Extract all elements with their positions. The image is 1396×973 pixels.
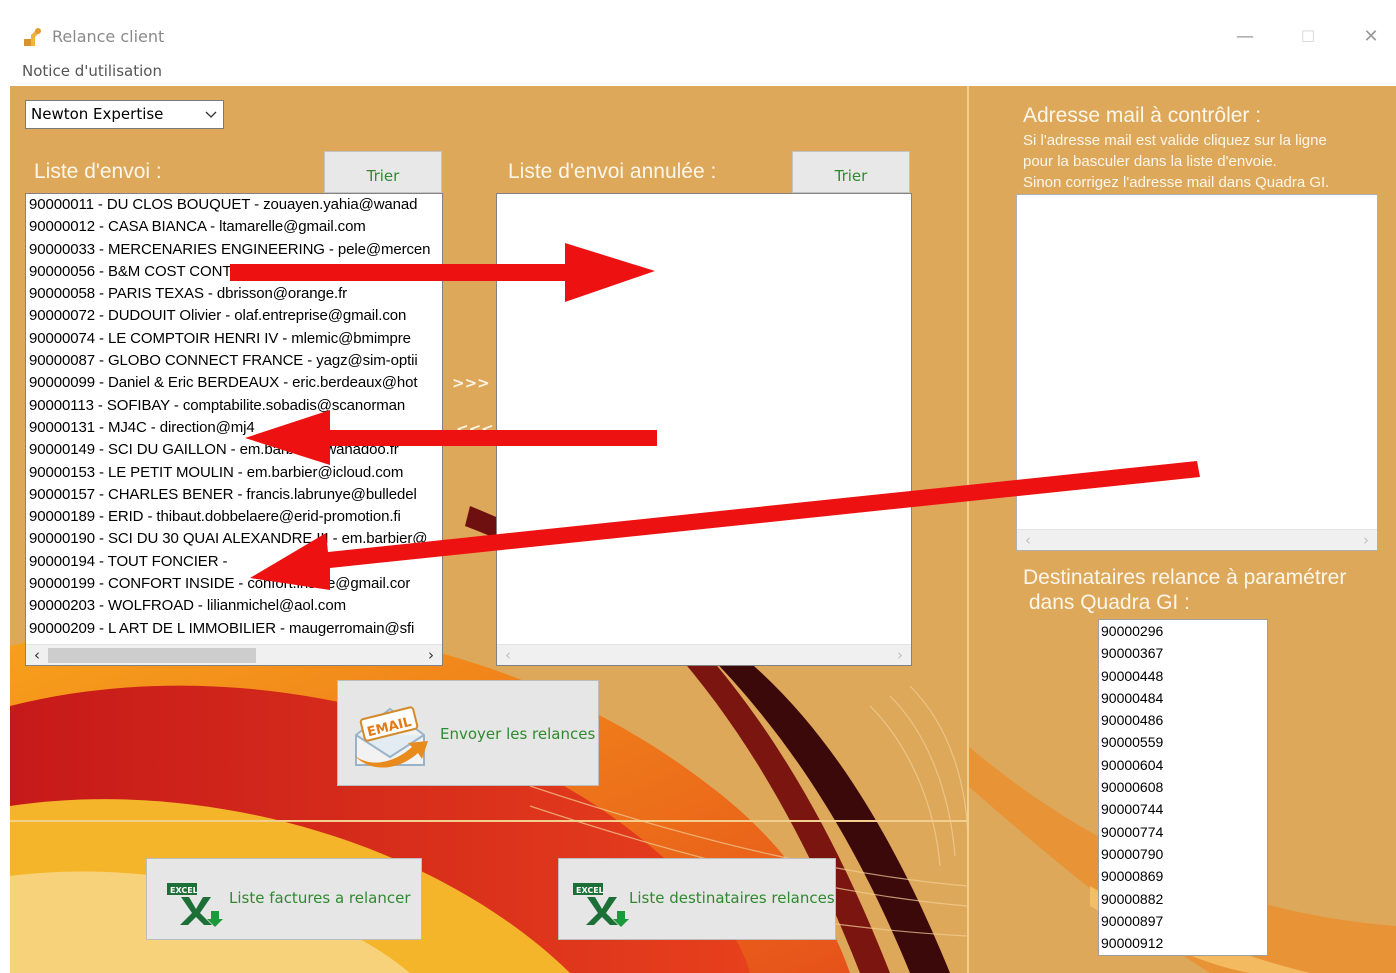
move-forward-button[interactable]: >>> bbox=[452, 374, 490, 392]
list-item[interactable]: 90000882 bbox=[1099, 888, 1267, 910]
list-item[interactable]: 90000912 bbox=[1099, 932, 1267, 954]
window-title: Relance client bbox=[52, 27, 165, 46]
send-list[interactable]: 90000011 - DU CLOS BOUQUET - zouayen.yah… bbox=[25, 193, 443, 666]
list-item[interactable]: 90000058 - PARIS TEXAS - dbrisson@orange… bbox=[26, 283, 442, 305]
list-item[interactable]: 90000209 - L ART DE L IMMOBILIER - mauge… bbox=[26, 618, 442, 640]
email-icon: EMAIL bbox=[354, 706, 428, 768]
list-item[interactable]: 90000869 bbox=[1099, 865, 1267, 887]
invoices-list-button[interactable]: EXCEL Liste factures a relancer bbox=[146, 858, 422, 940]
scroll-left-icon[interactable]: ‹ bbox=[28, 646, 46, 664]
list-item[interactable]: 90000448 bbox=[1099, 665, 1267, 687]
horizontal-divider bbox=[10, 820, 967, 822]
list-item[interactable]: 90000157 - CHARLES BENER - francis.labru… bbox=[26, 484, 442, 506]
list-item[interactable]: 90000011 - DU CLOS BOUQUET - zouayen.yah… bbox=[26, 194, 442, 216]
cancel-list-scrollbar[interactable]: ‹ › bbox=[497, 644, 911, 665]
check-list-scrollbar[interactable]: ‹ › bbox=[1017, 529, 1377, 550]
list-item[interactable]: 90000790 bbox=[1099, 843, 1267, 865]
list-item[interactable]: 90000296 bbox=[1099, 620, 1267, 642]
company-select[interactable]: Newton Expertise bbox=[25, 100, 224, 129]
list-item[interactable]: 90000056 - B&M COST CONTROLLERS - bbox=[26, 261, 442, 283]
list-item[interactable]: 90000190 - SCI DU 30 QUAI ALEXANDRE III … bbox=[26, 528, 442, 550]
sort-cancel-list-button[interactable]: Trier bbox=[792, 151, 910, 193]
check-panel-line3: Sinon corrigez l'adresse mail dans Quadr… bbox=[1023, 174, 1330, 191]
list-item[interactable]: 90000074 - LE COMPTOIR HENRI IV - mlemic… bbox=[26, 328, 442, 350]
list-item[interactable]: 90000897 bbox=[1099, 910, 1267, 932]
scroll-thumb[interactable] bbox=[48, 648, 256, 663]
list-item[interactable]: 90000012 - CASA BIANCA - ltamarelle@gmai… bbox=[26, 216, 442, 238]
list-item[interactable]: 90000199 - CONFORT INSIDE - confort.insi… bbox=[26, 573, 442, 595]
move-back-button[interactable]: <<< bbox=[456, 420, 494, 438]
send-list-items: 90000011 - DU CLOS BOUQUET - zouayen.yah… bbox=[26, 194, 442, 640]
recipients-list-items: 90000296 90000367 90000448 90000484 90000486… bbox=[1099, 620, 1267, 954]
scroll-right-icon[interactable]: › bbox=[891, 646, 909, 664]
excel-icon-text: EXCEL bbox=[576, 886, 604, 895]
list-item[interactable]: 90000744 bbox=[1099, 798, 1267, 820]
excel-icon: EXCEL bbox=[573, 883, 629, 927]
recipients-title-line2: dans Quadra GI : bbox=[1023, 591, 1190, 614]
list-item[interactable]: 90000153 - LE PETIT MOULIN - em.barbier@… bbox=[26, 462, 442, 484]
cancel-list[interactable]: ‹ › bbox=[496, 193, 912, 666]
scroll-left-icon[interactable]: ‹ bbox=[499, 646, 517, 664]
minimize-button[interactable]: — bbox=[1222, 22, 1268, 52]
list-item[interactable]: 90000113 - SOFIBAY - comptabilite.sobadi… bbox=[26, 395, 442, 417]
list-item[interactable]: 90000131 - MJ4C - direction@mj4 bbox=[26, 417, 442, 439]
scroll-right-icon[interactable]: › bbox=[422, 646, 440, 664]
list-item[interactable]: 90000087 - GLOBO CONNECT FRANCE - yagz@s… bbox=[26, 350, 442, 372]
chevron-down-icon[interactable] bbox=[205, 101, 217, 139]
main-panel: Newton Expertise Liste d'envoi : Trier 9… bbox=[10, 86, 1396, 973]
list-item[interactable]: 90000149 - SCI DU GAILLON - em.barbier@w… bbox=[26, 439, 442, 461]
sort-send-list-button[interactable]: Trier bbox=[324, 151, 442, 193]
maximize-button[interactable]: ☐ bbox=[1285, 22, 1331, 52]
send-reminders-button[interactable]: EMAIL Envoyer les relances bbox=[337, 680, 599, 786]
menu-bar: Notice d'utilisation bbox=[0, 58, 1396, 86]
list-item[interactable]: 90000604 bbox=[1099, 754, 1267, 776]
send-list-title: Liste d'envoi : bbox=[34, 160, 162, 183]
list-item[interactable]: 90000774 bbox=[1099, 821, 1267, 843]
recipients-list-button[interactable]: EXCEL Liste destinataires relances bbox=[558, 858, 836, 940]
list-item[interactable]: 90000559 bbox=[1099, 731, 1267, 753]
scroll-left-icon[interactable]: ‹ bbox=[1019, 531, 1037, 549]
cancel-list-title: Liste d'envoi annulée : bbox=[508, 160, 717, 183]
send-reminders-label: Envoyer les relances bbox=[440, 725, 596, 743]
list-item[interactable]: 90000203 - WOLFROAD - lilianmichel@aol.c… bbox=[26, 595, 442, 617]
list-item[interactable]: 90000486 bbox=[1099, 709, 1267, 731]
recipients-title-line1: Destinataires relance à paramétrer bbox=[1023, 566, 1347, 589]
check-panel-title: Adresse mail à contrôler : bbox=[1023, 104, 1262, 127]
recipients-list-label: Liste destinataires relances bbox=[629, 889, 835, 907]
list-item[interactable]: 90000608 bbox=[1099, 776, 1267, 798]
list-item[interactable]: 90000189 - ERID - thibaut.dobbelaere@eri… bbox=[26, 506, 442, 528]
scroll-right-icon[interactable]: › bbox=[1357, 531, 1375, 549]
list-item[interactable]: 90000072 - DUDOUIT Olivier - olaf.entrep… bbox=[26, 305, 442, 327]
title-bar: Relance client — ☐ ✕ bbox=[0, 16, 1396, 58]
app-icon bbox=[24, 28, 41, 46]
list-item[interactable]: 90000367 bbox=[1099, 642, 1267, 664]
send-list-scrollbar[interactable]: ‹ › bbox=[26, 644, 442, 665]
excel-icon: EXCEL bbox=[167, 883, 223, 927]
excel-icon-text: EXCEL bbox=[170, 886, 198, 895]
vertical-divider bbox=[967, 86, 969, 973]
list-item[interactable]: 90000033 - MERCENARIES ENGINEERING - pel… bbox=[26, 239, 442, 261]
list-item[interactable]: 90000099 - Daniel & Eric BERDEAUX - eric… bbox=[26, 372, 442, 394]
list-item[interactable]: 90000484 bbox=[1099, 687, 1267, 709]
check-email-list[interactable]: ‹ › bbox=[1016, 194, 1378, 551]
check-panel-line2: pour la basculer dans la liste d'envoie. bbox=[1023, 153, 1277, 170]
invoices-list-label: Liste factures a relancer bbox=[229, 889, 411, 907]
recipients-list[interactable]: 90000296 90000367 90000448 90000484 90000486… bbox=[1098, 619, 1268, 956]
check-panel-line1: Si l'adresse mail est valide cliquez sur… bbox=[1023, 132, 1327, 149]
list-item[interactable]: 90000194 - TOUT FONCIER - bbox=[26, 551, 442, 573]
close-button[interactable]: ✕ bbox=[1348, 22, 1394, 52]
company-select-value: Newton Expertise bbox=[31, 105, 164, 123]
menu-item-help[interactable]: Notice d'utilisation bbox=[22, 62, 162, 80]
